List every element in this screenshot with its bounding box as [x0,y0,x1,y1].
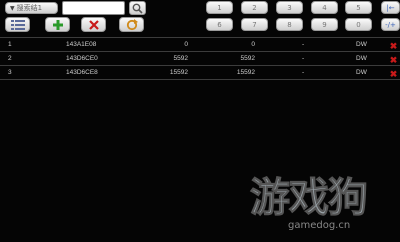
row-index: 3 [8,69,12,76]
row-index: 2 [8,55,12,62]
list-icon [10,19,25,30]
row-dash: - [302,55,305,62]
row-address: 143D6CE8 [66,69,98,76]
row-delete-icon[interactable]: ✖ [389,55,398,65]
watermark-title: 游戏狗 [250,175,369,221]
plus-icon [52,19,63,30]
keypad-key[interactable]: 4 [311,1,338,14]
keypad-key[interactable]: -/+ [381,18,400,31]
row-value-2: 5592 [240,55,255,62]
keypad-key[interactable]: 9 [311,18,338,31]
row-value-2: 0 [251,41,255,48]
watermark-logo: 游戏狗 gamedog.cn [250,176,398,240]
row-address: 143A1E08 [66,41,97,48]
dropdown-label: 搜索结1 [16,4,43,12]
table-row[interactable]: 2 143D6CE0 5592 5592 - DW ✖ [0,51,400,65]
row-type: DW [356,69,367,76]
row-value: 5592 [173,55,188,62]
row-index: 1 [8,41,12,48]
keypad-key[interactable]: 5 [345,1,372,14]
search-input[interactable] [62,1,125,15]
row-type: DW [356,41,367,48]
delete-button[interactable] [81,17,106,32]
search-button[interactable] [129,1,146,15]
row-dash: - [302,41,305,48]
row-delete-icon[interactable]: ✖ [389,69,398,79]
row-value-2: 15592 [236,69,255,76]
keypad-key[interactable]: 0 [345,18,372,31]
caret-down-icon: ▼ [10,4,15,12]
row-value: 0 [184,41,188,48]
row-delete-icon[interactable]: ✖ [389,41,398,51]
magnifier-icon [132,3,143,14]
close-icon [88,19,99,30]
row-value: 15592 [169,69,188,76]
keypad-key[interactable]: 2 [241,1,268,14]
keypad-key[interactable]: 8 [276,18,303,31]
search-group-dropdown[interactable]: ▼ 搜索结1 [5,2,58,14]
watermark-url: gamedog.cn [288,220,351,231]
add-button[interactable] [45,17,70,32]
keypad-key[interactable]: 7 [241,18,268,31]
row-dash: - [302,69,305,76]
keypad-key[interactable]: |← [381,1,400,14]
list-button[interactable] [5,17,30,32]
refresh-button[interactable] [119,17,144,32]
keypad-key[interactable]: 1 [206,1,233,14]
row-type: DW [356,55,367,62]
keypad-key[interactable]: 6 [206,18,233,31]
keypad-key[interactable]: 3 [276,1,303,14]
row-address: 143D6CE0 [66,55,98,62]
row-divider [0,79,400,80]
table-row[interactable]: 1 143A1E08 0 0 - DW ✖ [0,37,400,51]
refresh-icon [126,18,138,30]
table-row[interactable]: 3 143D6CE8 15592 15592 - DW ✖ [0,65,400,79]
